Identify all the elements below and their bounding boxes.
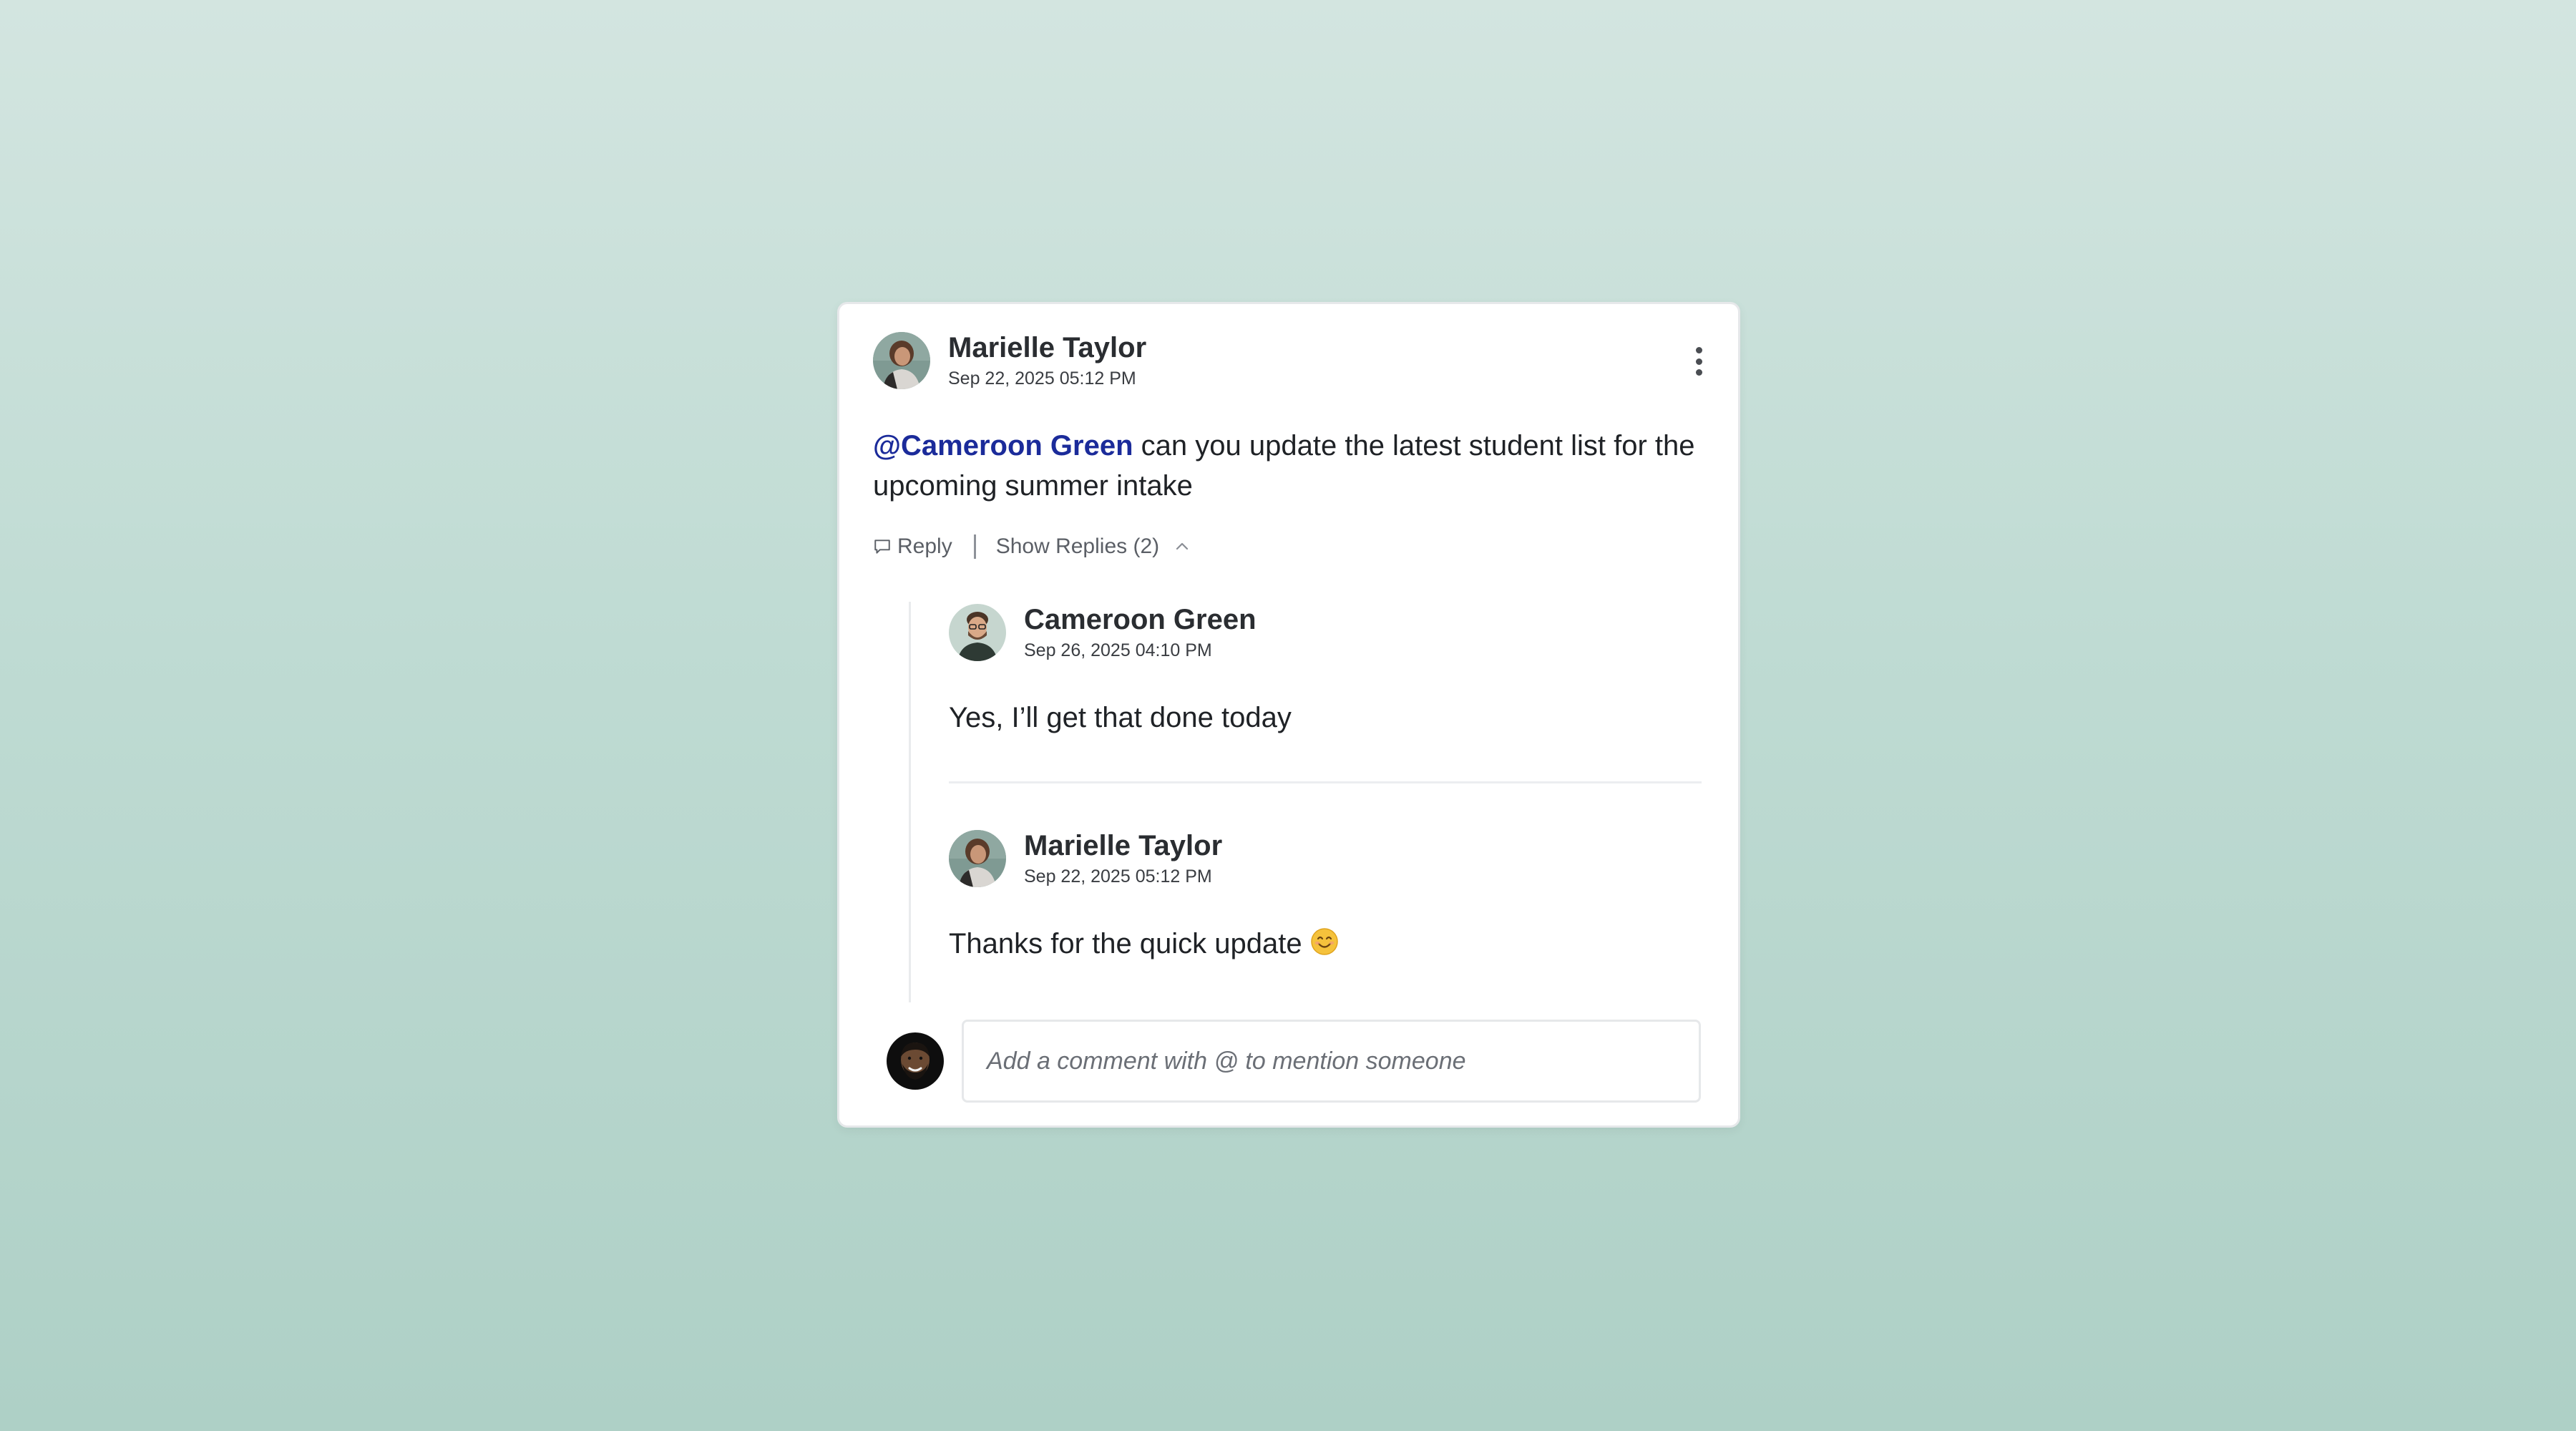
show-replies-toggle[interactable]: Show Replies (2) (996, 534, 1191, 559)
reply-meta: Cameroon Green Sep 26, 2025 04:10 PM (1024, 603, 1257, 662)
smiling-face-emoji-icon (1311, 928, 1338, 955)
author-name[interactable]: Marielle Taylor (948, 331, 1146, 364)
kebab-dot (1695, 369, 1702, 376)
reply-header: Marielle Taylor Sep 22, 2025 05:12 PM (949, 829, 1702, 888)
reply-label: Reply (897, 534, 952, 558)
reply-header: Cameroon Green Sep 26, 2025 04:10 PM (949, 603, 1702, 662)
reply-body: Thanks for the quick update (949, 924, 1702, 964)
reply-body: Yes, I’ll get that done today (949, 702, 1292, 733)
reply-timestamp: Sep 26, 2025 04:10 PM (1024, 640, 1212, 660)
reply-item: Marielle Taylor Sep 22, 2025 05:12 PM Th… (949, 829, 1702, 964)
avatar-cameroon-green[interactable] (949, 604, 1006, 661)
mention-link[interactable]: @Cameroon Green (873, 430, 1133, 461)
current-user-avatar[interactable] (887, 1032, 944, 1090)
reply-item: Cameroon Green Sep 26, 2025 04:10 PM Yes… (949, 603, 1702, 738)
reply-button[interactable]: Reply (873, 534, 952, 559)
reply-body-text: Thanks for the quick update (949, 928, 1310, 959)
comment-input[interactable]: Add a comment with @ to mention someone (962, 1020, 1701, 1103)
comment-composer: Add a comment with @ to mention someone (887, 1020, 1701, 1103)
chevron-up-icon (1176, 542, 1189, 550)
avatar-marielle-taylor[interactable] (873, 332, 930, 389)
reply-divider (949, 781, 1702, 783)
comment-timestamp: Sep 22, 2025 05:12 PM (948, 368, 1136, 389)
more-options-icon[interactable] (1694, 347, 1704, 376)
comment-actions: Reply Show Replies (2) (873, 534, 1191, 559)
thread-line (909, 602, 911, 1002)
kebab-dot (1695, 347, 1702, 353)
reply-author-name[interactable]: Cameroon Green (1024, 603, 1257, 636)
comment-body: @Cameroon Green can you update the lates… (873, 426, 1710, 506)
show-replies-label: Show Replies (2) (995, 534, 1160, 558)
actions-separator (973, 534, 976, 559)
reply-meta: Marielle Taylor Sep 22, 2025 05:12 PM (1024, 829, 1222, 888)
comment-bubble-icon (874, 539, 890, 554)
kebab-dot (1695, 358, 1702, 365)
reply-timestamp: Sep 22, 2025 05:12 PM (1024, 866, 1212, 887)
reply-author-name[interactable]: Marielle Taylor (1024, 829, 1222, 862)
avatar-marielle-taylor[interactable] (949, 830, 1006, 887)
comment-card: Marielle Taylor Sep 22, 2025 05:12 PM @C… (837, 302, 1740, 1128)
comment-header: Marielle Taylor Sep 22, 2025 05:12 PM (873, 331, 1146, 390)
comment-meta: Marielle Taylor Sep 22, 2025 05:12 PM (948, 331, 1146, 390)
